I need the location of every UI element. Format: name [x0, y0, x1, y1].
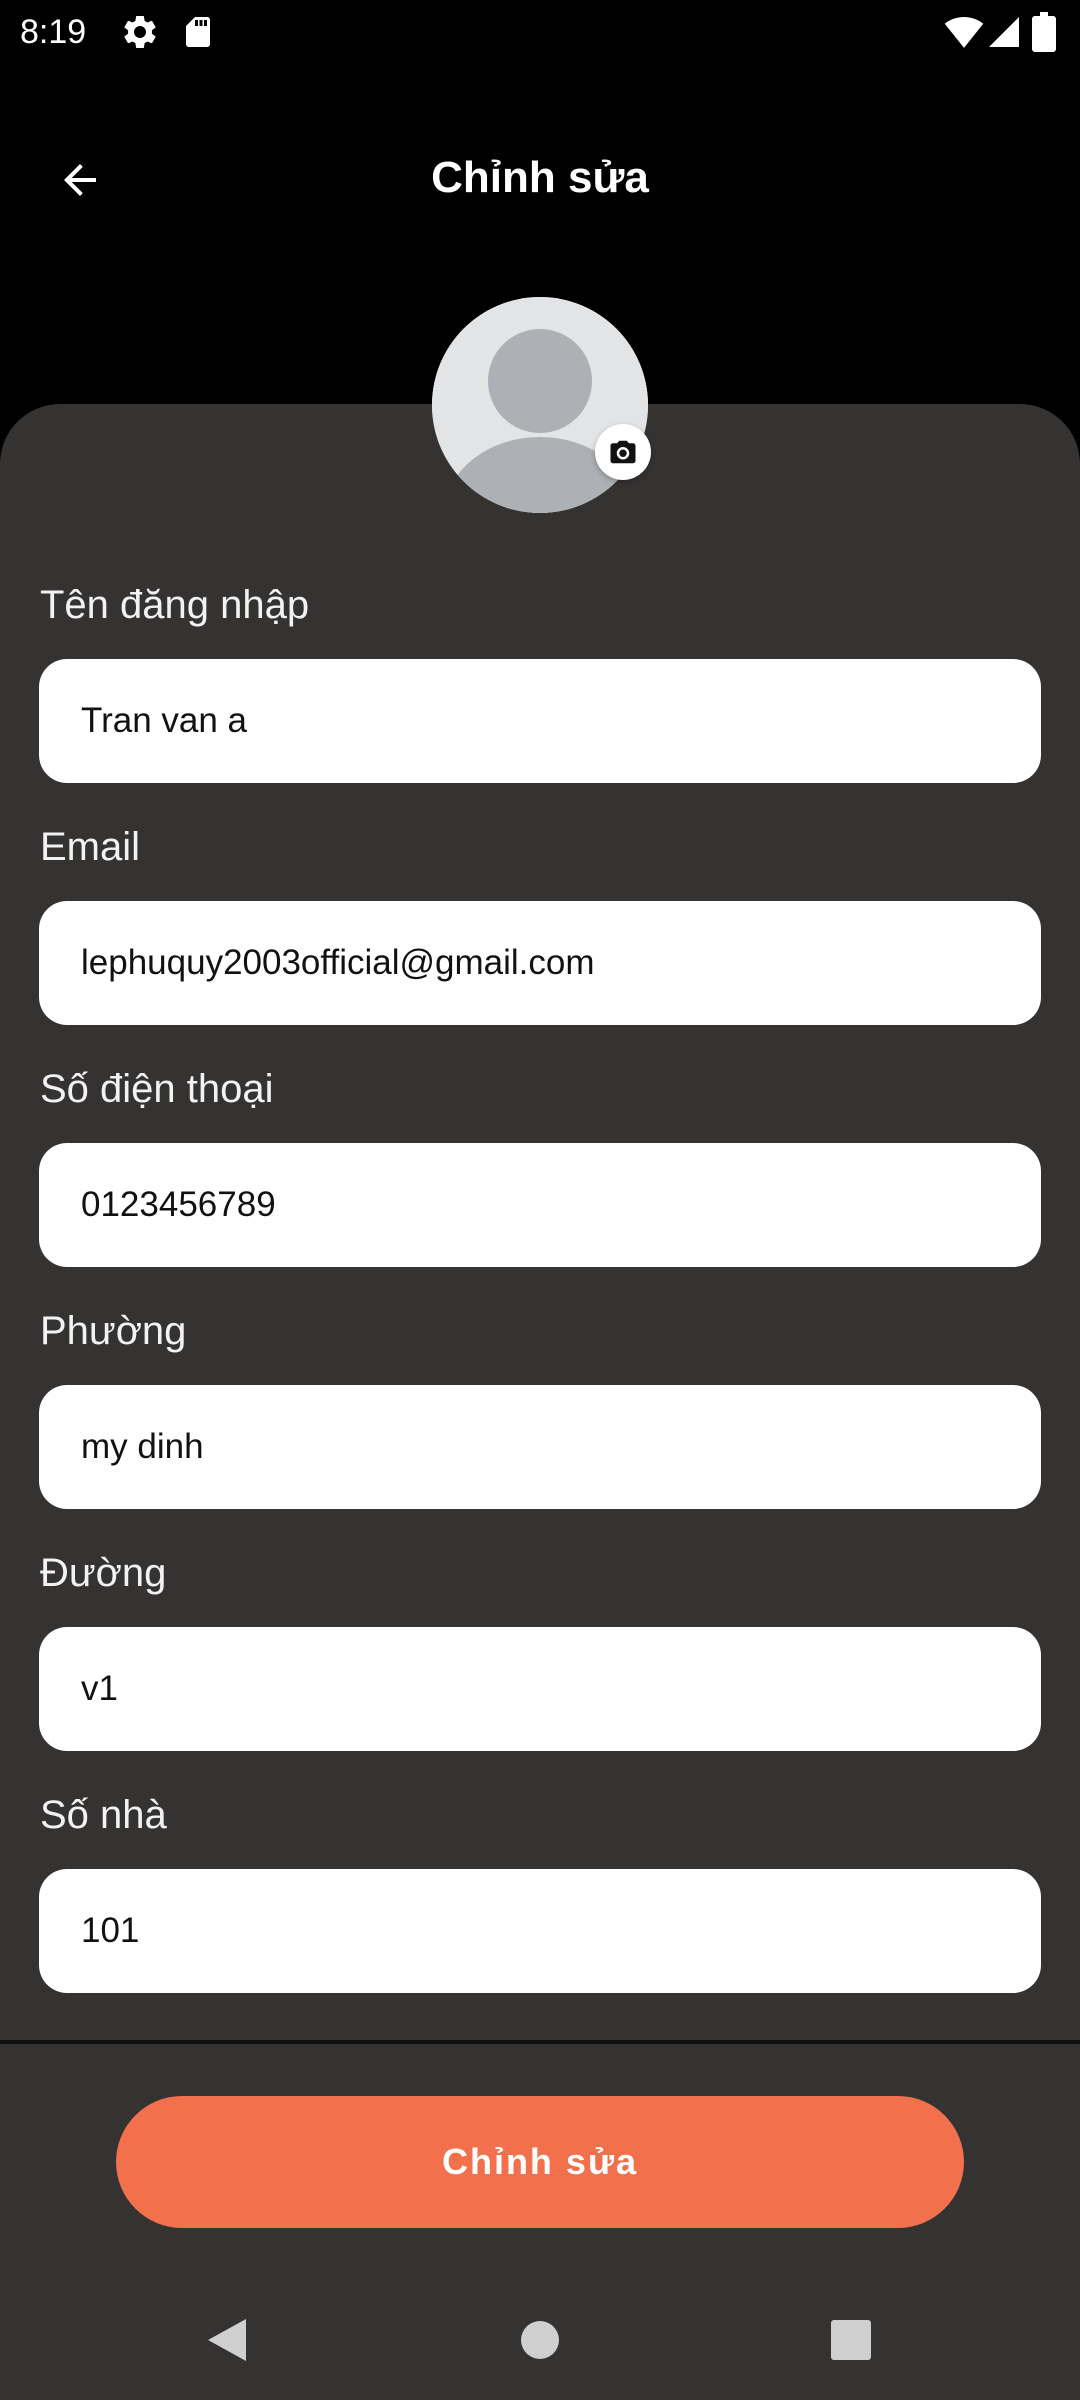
ward-label: Phường	[40, 1309, 187, 1353]
house-number-field[interactable]	[39, 1869, 1041, 1993]
gear-icon	[124, 15, 156, 48]
signal-icon	[989, 17, 1019, 47]
submit-edit-button[interactable]: Chỉnh sửa	[116, 2096, 964, 2228]
avatar[interactable]	[432, 297, 648, 513]
page-title: Chỉnh sửa	[431, 153, 649, 202]
person-avatar-icon	[432, 297, 648, 513]
recents-square-icon	[831, 2320, 871, 2360]
wifi-icon	[944, 17, 984, 48]
status-bar: 8:19	[0, 0, 1080, 64]
app-header: Chỉnh sửa	[0, 120, 1080, 240]
nav-back-button[interactable]	[186, 2300, 266, 2380]
nav-recents-button[interactable]	[811, 2300, 891, 2380]
email-label: Email	[40, 825, 141, 869]
battery-icon	[1032, 12, 1056, 52]
house-number-label: Số nhà	[40, 1793, 167, 1837]
username-label: Tên đăng nhập	[40, 583, 310, 627]
change-photo-button[interactable]	[595, 424, 651, 480]
ward-field[interactable]	[39, 1385, 1041, 1509]
home-circle-icon	[521, 2321, 559, 2359]
phone-label: Số điện thoại	[40, 1067, 274, 1111]
status-time: 8:19	[20, 13, 87, 51]
nav-home-button[interactable]	[500, 2300, 580, 2380]
back-button[interactable]	[40, 140, 120, 220]
sd-card-icon	[186, 17, 210, 47]
back-triangle-icon	[208, 2319, 246, 2361]
username-field[interactable]	[39, 659, 1041, 783]
street-label: Đường	[40, 1551, 167, 1595]
street-field[interactable]	[39, 1627, 1041, 1751]
phone-field[interactable]	[39, 1143, 1041, 1267]
email-field[interactable]	[39, 901, 1041, 1025]
camera-icon	[610, 440, 636, 464]
arrow-left-icon	[64, 164, 96, 196]
